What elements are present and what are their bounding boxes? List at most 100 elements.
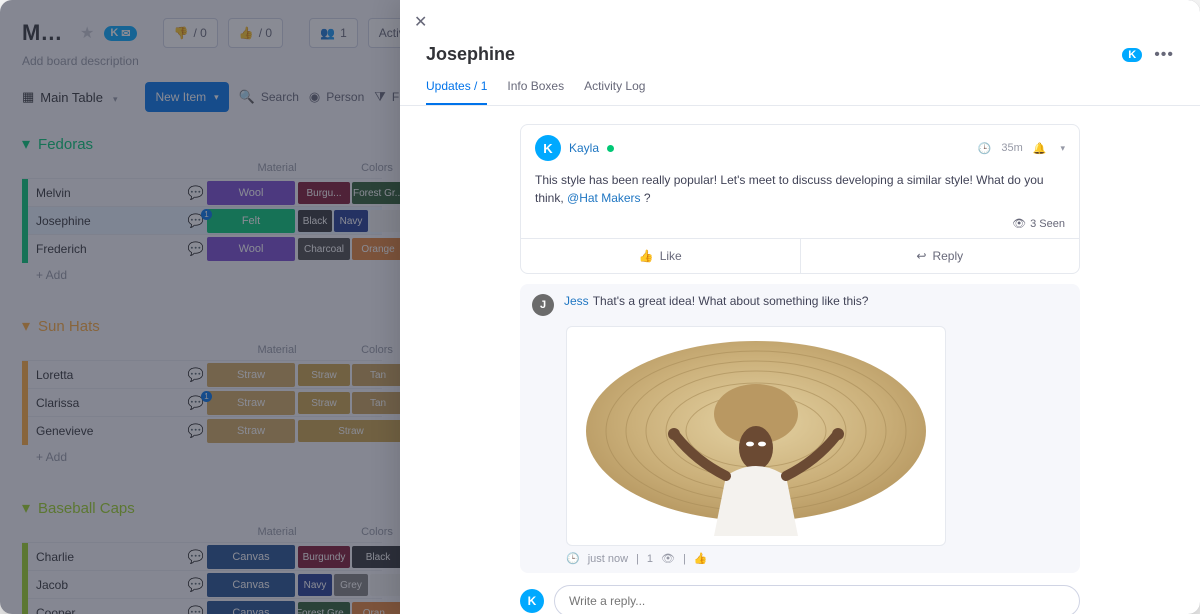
material-cell[interactable]: Straw — [207, 363, 295, 387]
main-view-tab[interactable]: ▦Main Table — [22, 89, 117, 105]
post-menu-icon[interactable] — [1056, 142, 1065, 154]
colors-cell[interactable]: BurgundyBlack — [296, 546, 406, 568]
seen-count[interactable]: 👁3 Seen — [521, 217, 1079, 238]
color-chip[interactable]: Forest Gr... — [352, 182, 404, 204]
chat-icon[interactable]: 💬 — [186, 605, 206, 614]
add-row-button[interactable]: + Add — [22, 444, 382, 464]
chat-icon[interactable]: 💬 — [186, 241, 206, 257]
composer-avatar: K — [520, 589, 544, 613]
panel-title[interactable]: Josephine — [426, 44, 515, 65]
colors-cell[interactable]: Straw — [296, 420, 406, 442]
item-panel: ✕ Josephine K ••• Updates / 1 Info Boxes… — [400, 0, 1200, 614]
bell-icon[interactable]: 🔔 — [1033, 142, 1047, 155]
tab-info-boxes[interactable]: Info Boxes — [507, 79, 564, 105]
material-cell[interactable]: Canvas — [207, 601, 295, 614]
colors-cell[interactable]: Burgu...Forest Gr... — [296, 182, 406, 204]
material-cell[interactable]: Wool — [207, 237, 295, 261]
chat-icon[interactable]: 💬 — [186, 423, 206, 439]
color-chip[interactable]: Charcoal — [298, 238, 350, 260]
color-chip[interactable]: Tan — [352, 392, 404, 414]
item-name[interactable]: Genevieve — [28, 424, 186, 438]
collapse-icon[interactable]: ▾ — [22, 498, 30, 518]
material-cell[interactable]: Felt — [207, 209, 295, 233]
collapse-icon[interactable]: ▾ — [22, 316, 30, 336]
mention[interactable]: @Hat Makers — [567, 191, 641, 205]
item-name[interactable]: Loretta — [28, 368, 186, 382]
people-icon: 👥 — [320, 26, 335, 40]
author-avatar[interactable]: K — [535, 135, 561, 161]
like-button[interactable]: 👍Like — [521, 239, 800, 273]
reply-avatar[interactable]: J — [532, 294, 554, 316]
color-chip[interactable] — [370, 574, 404, 596]
colors-cell[interactable]: StrawTan — [296, 364, 406, 386]
colors-cell[interactable]: BlackNavy — [296, 210, 406, 232]
item-name[interactable]: Charlie — [28, 550, 186, 564]
group-name[interactable]: Fedoras — [38, 136, 93, 153]
item-name[interactable]: Jacob — [28, 578, 186, 592]
color-chip[interactable]: Tan — [352, 364, 404, 386]
chat-icon[interactable]: 💬 — [186, 185, 206, 201]
board-members-pill[interactable]: K✉ — [104, 26, 136, 41]
color-chip[interactable]: Black — [352, 546, 404, 568]
reply-input[interactable] — [554, 585, 1080, 614]
colors-cell[interactable]: CharcoalOrange — [296, 238, 406, 260]
thumbs-up-icon[interactable]: 👍 — [694, 552, 708, 565]
item-name[interactable]: Clarissa — [28, 396, 186, 410]
author-name[interactable]: Kayla — [569, 141, 599, 155]
chat-icon[interactable]: 💬 — [186, 367, 206, 383]
color-chip[interactable]: Black — [298, 210, 332, 232]
color-chip[interactable]: Navy — [298, 574, 332, 596]
star-icon[interactable]: ★ — [80, 23, 94, 43]
color-chip[interactable]: Navy — [334, 210, 368, 232]
group-name[interactable]: Sun Hats — [38, 318, 100, 335]
item-name[interactable]: Josephine — [28, 214, 186, 228]
reply-author[interactable]: Jess — [564, 294, 589, 308]
collapse-icon[interactable]: ▾ — [22, 134, 30, 154]
chat-icon[interactable]: 💬 — [186, 395, 206, 411]
reply-attachment[interactable] — [566, 326, 946, 546]
chat-icon[interactable]: 💬 — [186, 577, 206, 593]
board-title[interactable]: My Board — [22, 20, 70, 46]
color-chip[interactable]: Burgu... — [298, 182, 350, 204]
material-cell[interactable]: Canvas — [207, 573, 295, 597]
color-chip[interactable]: Forest Gre... — [298, 602, 350, 614]
close-icon[interactable]: ✕ — [414, 12, 427, 32]
material-cell[interactable]: Straw — [207, 419, 295, 443]
item-name[interactable]: Melvin — [28, 186, 186, 200]
item-name[interactable]: Frederich — [28, 242, 186, 256]
tab-activity-log[interactable]: Activity Log — [584, 79, 645, 105]
group-name[interactable]: Baseball Caps — [38, 500, 135, 517]
person-filter-button[interactable]: ◉Person — [309, 89, 364, 105]
color-chip[interactable] — [370, 210, 404, 232]
item-name[interactable]: Cooper — [28, 606, 186, 614]
colors-cell[interactable]: NavyGrey — [296, 574, 406, 596]
panel-more-icon[interactable]: ••• — [1154, 46, 1174, 64]
colors-cell[interactable]: Forest Gre...Oran... — [296, 602, 406, 614]
people-button[interactable]: 👥1 — [309, 18, 358, 48]
chat-icon[interactable]: 💬 — [186, 213, 206, 229]
color-chip[interactable]: Straw — [298, 364, 350, 386]
colors-cell[interactable]: StrawTan — [296, 392, 406, 414]
material-cell[interactable]: Wool — [207, 181, 295, 205]
color-chip[interactable]: Orange — [352, 238, 404, 260]
color-chip[interactable]: Grey — [334, 574, 368, 596]
search-button[interactable]: 🔍Search — [239, 89, 299, 105]
new-item-button[interactable]: New Item▾ — [145, 82, 228, 112]
thumbs-down-button[interactable]: 👎/ 0 — [163, 18, 218, 48]
reply-button[interactable]: ↩Reply — [800, 239, 1080, 273]
reply-icon: ↩ — [916, 249, 926, 263]
color-chip[interactable]: Straw — [298, 420, 404, 442]
chevron-down-icon[interactable]: ▾ — [214, 92, 219, 103]
thumbs-up-button[interactable]: 👍/ 0 — [228, 18, 283, 48]
color-chip[interactable]: Burgundy — [298, 546, 350, 568]
panel-members-pill[interactable]: K — [1122, 48, 1142, 62]
color-chip[interactable]: Oran... — [352, 602, 404, 614]
add-row-button[interactable]: + Add — [22, 262, 382, 282]
tab-updates[interactable]: Updates / 1 — [426, 79, 487, 105]
material-cell[interactable]: Straw — [207, 391, 295, 415]
thumbs-up-icon: 👍 — [239, 26, 254, 40]
chat-icon[interactable]: 💬 — [186, 549, 206, 565]
clock-icon: 🕒 — [978, 142, 992, 155]
material-cell[interactable]: Canvas — [207, 545, 295, 569]
color-chip[interactable]: Straw — [298, 392, 350, 414]
